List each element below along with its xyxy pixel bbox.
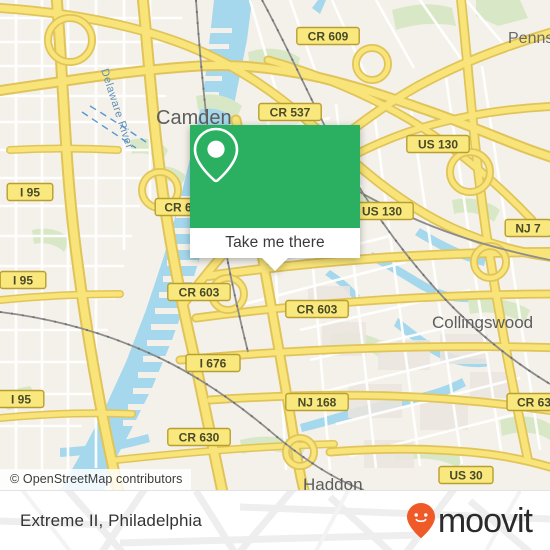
route-shield-label: NJ 168 xyxy=(298,396,337,410)
route-shield-label: CR 63 xyxy=(517,396,550,410)
route-shield-label: US 130 xyxy=(362,205,402,219)
popup-header xyxy=(190,125,360,228)
route-shield: US 30 xyxy=(438,465,494,485)
route-shield: CR 537 xyxy=(258,102,322,122)
route-shield-label: CR 603 xyxy=(297,303,338,317)
route-shield-label: US 130 xyxy=(418,138,458,152)
route-shield: CR 630 xyxy=(167,427,231,447)
map-pin-icon xyxy=(193,127,239,183)
route-shield-label: CR 630 xyxy=(179,431,220,445)
popup-pointer xyxy=(262,258,288,271)
location-title: Extreme II, Philadelphia xyxy=(20,511,202,530)
take-me-there-button[interactable]: Take me there xyxy=(190,228,360,258)
map-screenshot: Camden Penns Collingswood Haddon Delawar… xyxy=(0,0,550,550)
route-shield-label: CR 6 xyxy=(164,201,192,215)
route-shield-label: I 95 xyxy=(11,393,31,407)
moovit-wordmark: moovit xyxy=(437,502,533,540)
route-shield: CR 609 xyxy=(296,26,360,46)
route-shield: NJ 168 xyxy=(285,392,349,412)
route-shield-label: NJ 7 xyxy=(515,222,541,236)
route-shield: CR 63 xyxy=(506,392,550,412)
route-shield: I 95 xyxy=(0,270,47,290)
route-shield-label: CR 609 xyxy=(308,30,349,44)
moovit-brand[interactable]: moovit xyxy=(406,502,533,540)
footer-bar: Extreme II, Philadelphia moovit xyxy=(0,490,550,550)
route-shield-label: CR 537 xyxy=(270,106,311,120)
route-shield: CR 603 xyxy=(285,299,349,319)
route-shield: US 130 xyxy=(406,134,470,154)
route-shield-label: US 30 xyxy=(449,469,483,483)
route-shield: US 130 xyxy=(350,201,414,221)
route-shield: I 95 xyxy=(6,182,54,202)
location-popup[interactable]: Take me there xyxy=(190,125,360,271)
route-shield-label: CR 603 xyxy=(179,286,220,300)
osm-attribution[interactable]: © OpenStreetMap contributors xyxy=(0,469,191,490)
route-shield-label: I 95 xyxy=(13,274,33,288)
map-canvas[interactable]: Camden Penns Collingswood Haddon Delawar… xyxy=(0,0,550,490)
route-shield: NJ 7 xyxy=(504,218,550,238)
route-shield-label: I 676 xyxy=(200,357,227,371)
route-shield-label: I 95 xyxy=(20,186,40,200)
moovit-pin-icon xyxy=(406,503,435,538)
route-shield: I 676 xyxy=(185,353,241,373)
route-shield: I 95 xyxy=(0,389,45,409)
route-shield: CR 603 xyxy=(167,282,231,302)
